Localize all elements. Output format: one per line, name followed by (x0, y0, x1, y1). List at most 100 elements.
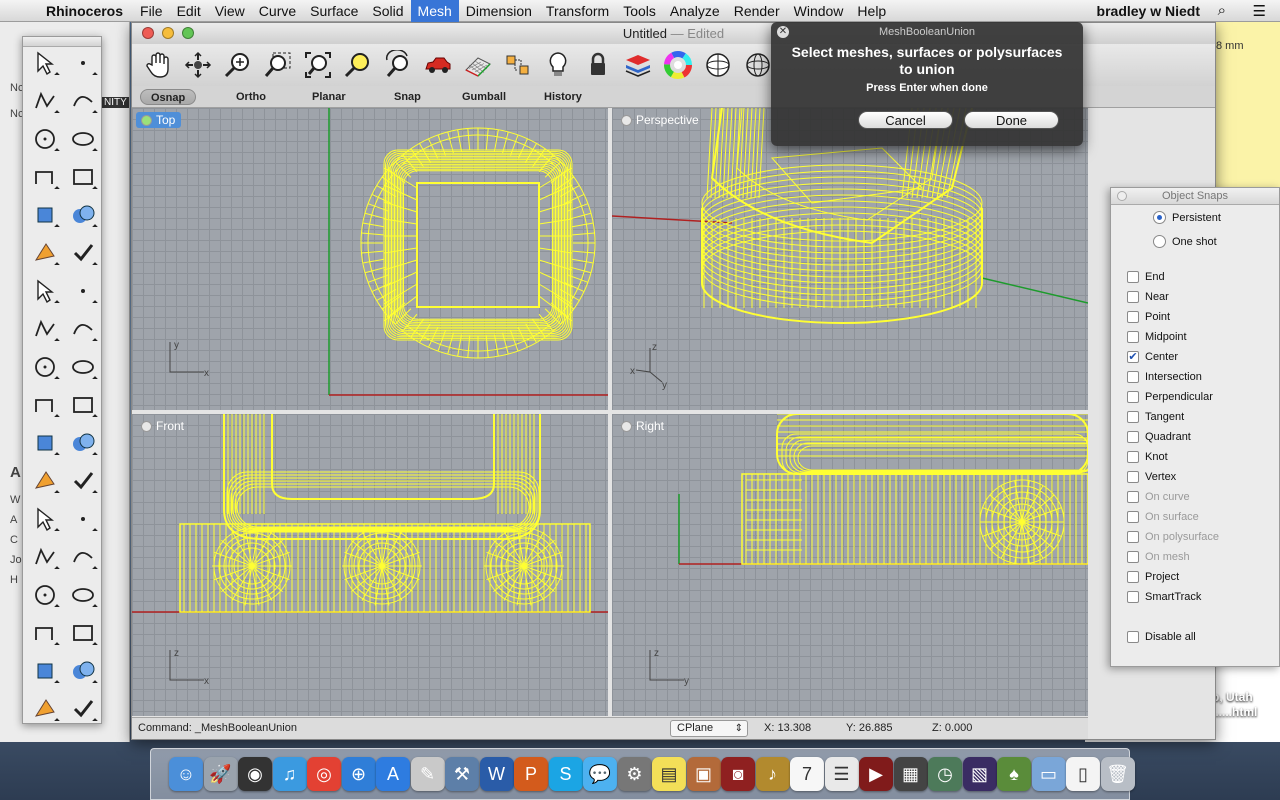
boolean-tool-button[interactable] (31, 353, 59, 381)
named-view-button[interactable] (418, 46, 458, 84)
user-name[interactable]: bradley w Niedt (1097, 3, 1200, 19)
offset-curve-tool-button[interactable] (31, 467, 59, 495)
viewport-label-right[interactable]: Right (616, 418, 670, 434)
menu-help[interactable]: Help (850, 0, 893, 22)
fillet-curves-tool-button[interactable] (69, 201, 97, 229)
spotlight-search-icon[interactable]: ⌕ (1218, 2, 1226, 19)
grid-array-tool-button[interactable] (31, 619, 59, 647)
powerpoint-icon[interactable]: P (514, 757, 548, 791)
menu-view[interactable]: View (208, 0, 252, 22)
split-tool-button[interactable] (69, 391, 97, 419)
zoom-button[interactable] (218, 46, 258, 84)
cplane-button[interactable] (498, 46, 538, 84)
system-preferences-icon[interactable]: ⚙ (617, 757, 652, 791)
render-tool-button[interactable] (69, 695, 97, 723)
cplane-select[interactable]: CPlane (670, 720, 748, 737)
window-zoom-button[interactable] (182, 27, 194, 39)
solid-box-tool-button[interactable] (31, 581, 59, 609)
command-line[interactable]: Command: _MeshBooleanUnion (138, 722, 297, 734)
osnap-intersection-checkbox[interactable]: Intersection (1127, 371, 1202, 383)
lights-button[interactable] (538, 46, 578, 84)
cylinder-tool-button[interactable] (31, 315, 59, 343)
chrome-icon[interactable]: ◎ (307, 757, 341, 791)
preview-icon[interactable]: ✎ (410, 757, 445, 791)
osnap-vertex-checkbox[interactable]: Vertex (1127, 471, 1176, 483)
osnap-knot-checkbox[interactable]: Knot (1127, 451, 1168, 463)
menu-dimension[interactable]: Dimension (459, 0, 539, 22)
osnap-center-checkbox[interactable]: ✔ Center (1127, 351, 1178, 363)
zoom-extents-button[interactable] (298, 46, 338, 84)
sticky-note[interactable]: 8 mm (1213, 22, 1280, 192)
scale-tool-button[interactable] (69, 505, 97, 533)
color-picker-button[interactable] (658, 46, 698, 84)
circle-tool-button[interactable] (31, 125, 59, 153)
finder-icon[interactable]: ☺ (169, 757, 203, 791)
mode-osnap-toggle[interactable]: Osnap (140, 89, 197, 105)
viewport-label-top[interactable]: Top (136, 112, 182, 128)
object-snaps-titlebar[interactable]: Object Snaps (1111, 188, 1279, 205)
dashboard-icon[interactable]: ◉ (238, 757, 272, 791)
osnap-on-curve-checkbox[interactable]: On curve (1127, 491, 1190, 503)
grid-button[interactable] (458, 46, 498, 84)
rectangle-tool-button[interactable] (69, 163, 97, 191)
xcode-icon[interactable]: ⚒ (445, 757, 479, 791)
wireframe-sphere-button[interactable] (698, 46, 738, 84)
trash-icon[interactable]: 🗑 (1100, 757, 1135, 791)
ellipse-tool-button[interactable] (69, 125, 97, 153)
curve-tool-button[interactable] (69, 87, 97, 115)
osnap-tangent-checkbox[interactable]: Tangent (1127, 411, 1184, 423)
box-solid-tool-button[interactable] (31, 277, 59, 305)
boolean-difference-tool-button[interactable] (69, 429, 97, 457)
launchpad-icon[interactable]: 🚀 (203, 757, 238, 791)
surface-patch-tool-button[interactable] (31, 239, 59, 267)
surface-edit-tool-button[interactable] (69, 315, 97, 343)
skype-icon[interactable]: S (548, 757, 583, 791)
messages-icon[interactable]: 💬 (583, 757, 617, 791)
viewport-top[interactable]: Top yx (132, 108, 608, 410)
menu-solid[interactable]: Solid (365, 0, 410, 22)
app-store-icon[interactable]: A (376, 757, 410, 791)
select-arrow-tool-button[interactable] (31, 49, 59, 77)
loft-tool-button[interactable] (69, 239, 97, 267)
trim-tool-button[interactable] (31, 391, 59, 419)
mode-snap-toggle[interactable]: Snap (384, 89, 431, 105)
lock-button[interactable] (578, 46, 618, 84)
polyline-tool-button[interactable] (31, 87, 59, 115)
extend-curve-tool-button[interactable] (69, 467, 97, 495)
osnap-on-surface-checkbox[interactable]: On surface (1127, 511, 1199, 523)
sphere-solid-tool-button[interactable] (69, 277, 97, 305)
explode-tool-button[interactable] (69, 353, 97, 381)
undo-view-button[interactable] (378, 46, 418, 84)
disable-all-checkbox[interactable]: Disable all (1127, 631, 1196, 643)
osnap-mode-radio[interactable]: Persistent (1153, 211, 1221, 224)
text-tool-button[interactable] (31, 505, 59, 533)
cut-plane-tool-button[interactable] (31, 657, 59, 685)
photo-app-icon[interactable]: ▧ (962, 757, 997, 791)
menu-transform[interactable]: Transform (539, 0, 616, 22)
menu-tools[interactable]: Tools (616, 0, 663, 22)
viewport-perspective[interactable]: Perspective z x y (612, 108, 1088, 410)
menu-surface[interactable]: Surface (303, 0, 365, 22)
tool-palette-titlebar[interactable] (23, 37, 101, 47)
layers-button[interactable] (618, 46, 658, 84)
osnap-smarttrack-checkbox[interactable]: SmartTrack (1127, 591, 1201, 603)
textedit-icon[interactable]: ☰ (824, 757, 859, 791)
zoom-window-button[interactable] (258, 46, 298, 84)
point-tool-button[interactable] (69, 49, 97, 77)
garageband-icon[interactable]: ♪ (755, 757, 790, 791)
array-tool-button[interactable] (31, 543, 59, 571)
osnap-mode-radio[interactable]: One shot (1153, 235, 1217, 248)
viewport-label-front[interactable]: Front (136, 418, 190, 434)
mesh-tool-button[interactable] (31, 695, 59, 723)
polygon-tool-button[interactable] (31, 201, 59, 229)
osnap-perpendicular-checkbox[interactable]: Perpendicular (1127, 391, 1213, 403)
boolean-union-tool-button[interactable] (31, 429, 59, 457)
cancel-button[interactable]: Cancel (858, 111, 953, 129)
panel-close-icon[interactable] (1117, 191, 1127, 201)
osnap-near-checkbox[interactable]: Near (1127, 291, 1169, 303)
viewport-right[interactable]: Right zy (612, 414, 1088, 716)
menu-mesh[interactable]: Mesh (410, 0, 459, 22)
filmstrip-icon[interactable]: ▦ (893, 757, 928, 791)
photo-booth-icon[interactable]: ◙ (721, 757, 755, 791)
osnap-on-mesh-checkbox[interactable]: On mesh (1127, 551, 1190, 563)
